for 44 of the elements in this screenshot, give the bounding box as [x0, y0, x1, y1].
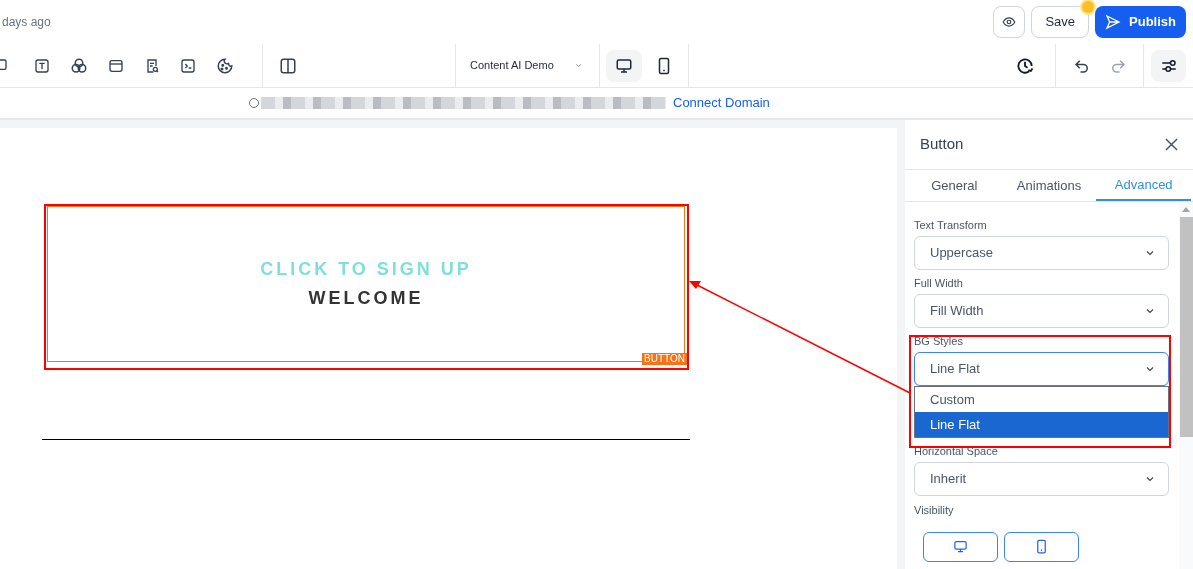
button-subheading: WELCOME [308, 287, 424, 310]
terminal-icon[interactable] [180, 57, 196, 74]
button-element[interactable]: CLICK TO SIGN UP WELCOME BUTTON [47, 206, 685, 362]
select-field[interactable]: Line Flat [914, 352, 1169, 386]
preview-button[interactable] [993, 6, 1026, 38]
select-field[interactable]: Uppercase [914, 236, 1169, 270]
visibility-toggle[interactable] [1004, 531, 1079, 562]
desktop-icon [953, 539, 968, 554]
chevron-down-icon [574, 61, 583, 70]
cookie-icon[interactable] [216, 56, 234, 75]
panel-tab[interactable]: Animations [1001, 170, 1097, 201]
visibility-toggle[interactable] [923, 531, 998, 562]
text-icon[interactable] [34, 57, 50, 74]
last-saved-text: days ago [2, 14, 51, 31]
field-label: BG Styles [914, 334, 964, 348]
field-label: Full Width [914, 276, 964, 290]
select-field[interactable]: Fill Width [914, 294, 1169, 328]
history-icon[interactable] [1015, 55, 1035, 76]
circles-icon[interactable] [70, 56, 88, 75]
dropdown-option[interactable]: Line Flat [915, 412, 1168, 437]
select-field[interactable]: Inherit [914, 462, 1169, 496]
publish-button[interactable]: Publish [1095, 6, 1186, 38]
field-label: Text Transform [914, 218, 988, 232]
page-dropdown[interactable]: Content AI Demo [456, 44, 599, 87]
panel-tab[interactable]: Advanced [1096, 170, 1191, 201]
close-icon[interactable] [1165, 138, 1178, 151]
window-icon[interactable] [108, 57, 124, 74]
columns-icon[interactable] [279, 56, 297, 75]
field-label: Visibility [914, 503, 955, 518]
scrollbar-thumb[interactable] [1179, 217, 1193, 437]
device-toggle[interactable] [606, 49, 642, 82]
save-button[interactable]: Save [1031, 6, 1090, 38]
element-tag: BUTTON [642, 353, 687, 365]
eye-icon [1002, 15, 1017, 29]
send-icon [1105, 14, 1122, 30]
settings-button[interactable] [1151, 49, 1186, 82]
panel-tab[interactable]: General [907, 170, 1002, 201]
connect-domain-link[interactable]: Connect Domain [673, 93, 770, 113]
button-heading: CLICK TO SIGN UP [260, 258, 472, 281]
panel-title: Button [920, 134, 964, 155]
desktop-icon [615, 56, 633, 75]
document-search-icon[interactable] [144, 57, 160, 74]
scrollbar[interactable] [1179, 202, 1193, 569]
phone-icon [1034, 539, 1049, 554]
